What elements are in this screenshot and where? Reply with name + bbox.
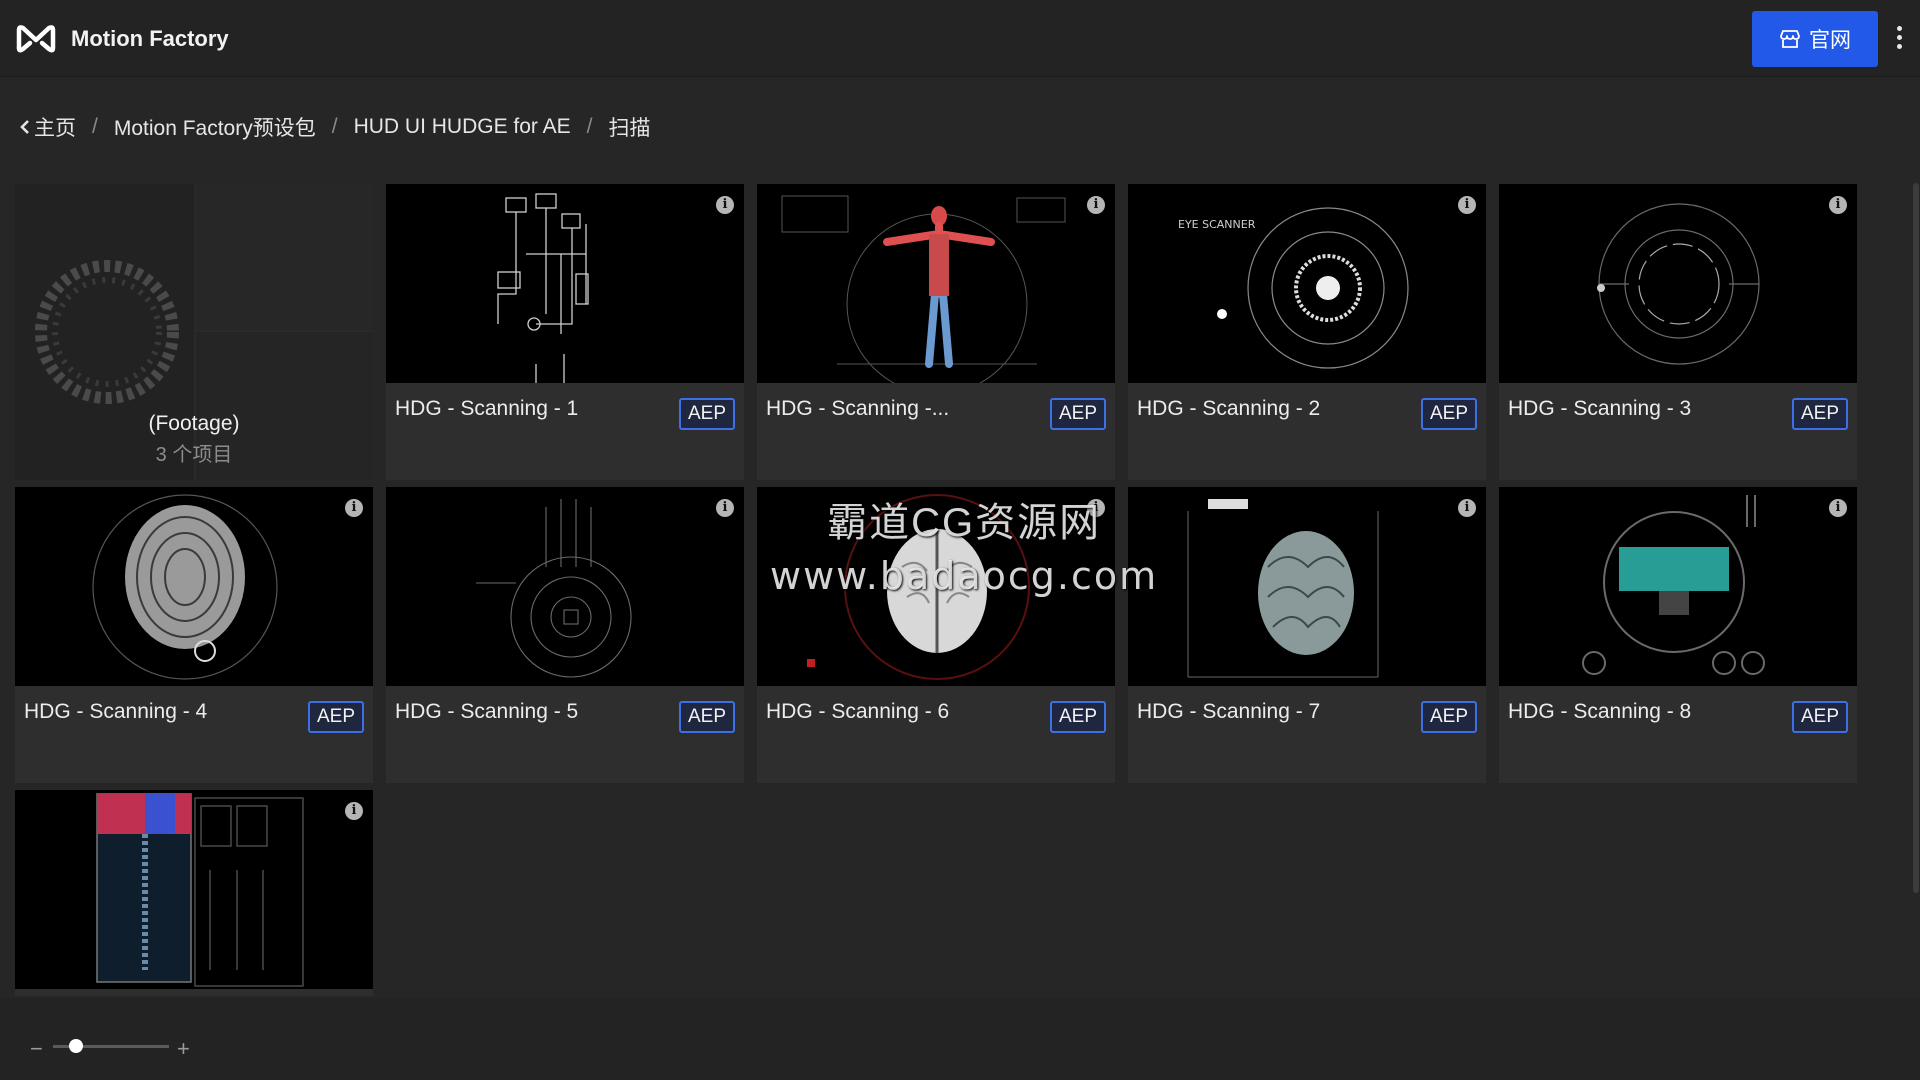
asset-name: HDG - Scanning - 3 <box>1508 397 1692 420</box>
thumbnail-image: EYE SCANNER i <box>1128 184 1486 383</box>
folder-card-footage[interactable]: (Footage) 3 个项目 <box>15 184 373 480</box>
vertical-scrollbar[interactable] <box>1913 183 1919 893</box>
aep-badge: AEP <box>1420 701 1477 733</box>
asset-card[interactable]: i <box>15 790 373 996</box>
official-site-label: 官网 <box>1809 29 1851 52</box>
breadcrumb-current: 扫描 <box>608 117 651 140</box>
app-header: Motion Factory 官网 <box>0 0 1920 77</box>
aep-badge: AEP <box>1049 701 1106 733</box>
info-icon[interactable]: i <box>1829 499 1847 517</box>
asset-card[interactable]: i HDG - Scanning -... AEP <box>757 184 1115 480</box>
info-icon[interactable]: i <box>1087 196 1105 214</box>
asset-card[interactable]: i HDG - Scanning - 1 AEP <box>386 184 744 480</box>
aep-badge: AEP <box>678 398 735 430</box>
thumbnail-image: i <box>1499 184 1857 383</box>
aep-badge: AEP <box>1791 701 1848 733</box>
zoom-out-icon[interactable]: − <box>30 1036 43 1062</box>
breadcrumb-home[interactable]: 主页 <box>34 112 76 142</box>
thumbnail-image: i <box>386 184 744 383</box>
watermark-line1: 霸道CG资源网 <box>827 501 1102 545</box>
info-icon[interactable]: i <box>345 499 363 517</box>
watermark-line2: www.badaocg.com <box>770 554 1159 598</box>
asset-name: HDG - Scanning - 4 <box>24 700 208 723</box>
asset-card[interactable]: i HDG - Scanning - 8 AEP <box>1499 487 1857 783</box>
thumbnail-image: i <box>1499 487 1857 686</box>
aep-badge: AEP <box>1420 398 1477 430</box>
thumbnail-image: i <box>386 487 744 686</box>
aep-badge: AEP <box>307 701 364 733</box>
info-icon[interactable]: i <box>1458 196 1476 214</box>
breadcrumb: 主页 / Motion Factory预设包 / HUD UI HUDGE fo… <box>20 112 650 142</box>
watermark: 霸道CG资源网 www.badaocg.com <box>770 490 1158 598</box>
asset-name: HDG - Scanning - 8 <box>1508 700 1692 723</box>
info-icon[interactable]: i <box>1458 499 1476 517</box>
info-icon[interactable]: i <box>1829 196 1847 214</box>
asset-name: HDG - Scanning - 7 <box>1137 700 1321 723</box>
app-title: Motion Factory <box>71 26 229 51</box>
thumbnail-image: i <box>757 184 1115 383</box>
asset-card[interactable]: i HDG - Scanning - 4 AEP <box>15 487 373 783</box>
info-icon[interactable]: i <box>716 196 734 214</box>
aep-badge: AEP <box>1791 398 1848 430</box>
chevron-left-icon[interactable] <box>20 119 30 135</box>
official-site-button[interactable]: 官网 <box>1752 11 1878 67</box>
asset-name: HDG - Scanning - 2 <box>1137 397 1321 420</box>
svg-text:EYE SCANNER: EYE SCANNER <box>1178 218 1256 231</box>
store-icon <box>1780 30 1800 48</box>
breadcrumb-preset-pack[interactable]: Motion Factory预设包 <box>114 112 316 142</box>
breadcrumb-hud-pack[interactable]: HUD UI HUDGE for AE <box>354 115 571 139</box>
thumbnail-image: i <box>1128 487 1486 686</box>
asset-card[interactable]: i HDG - Scanning - 3 AEP <box>1499 184 1857 480</box>
info-icon[interactable]: i <box>716 499 734 517</box>
more-menu-icon[interactable] <box>1888 22 1910 56</box>
asset-card[interactable]: EYE SCANNER i HDG - Scanning - 2 AEP <box>1128 184 1486 480</box>
asset-name: HDG - Scanning - 5 <box>395 700 579 723</box>
aep-badge: AEP <box>1049 398 1106 430</box>
thumbnail-image: i <box>15 790 373 989</box>
asset-name: HDG - Scanning -... <box>766 397 950 420</box>
aep-badge: AEP <box>678 701 735 733</box>
motion-factory-logo-icon[interactable] <box>16 22 56 54</box>
asset-name: HDG - Scanning - 6 <box>766 700 950 723</box>
info-icon[interactable]: i <box>345 802 363 820</box>
folder-name: (Footage) <box>148 412 240 435</box>
thumbnail-image: i <box>15 487 373 686</box>
folder-item-count: 3 个项目 <box>155 444 233 466</box>
asset-card[interactable]: i HDG - Scanning - 5 AEP <box>386 487 744 783</box>
footer-bar <box>0 998 1920 1080</box>
asset-name: HDG - Scanning - 1 <box>395 397 579 420</box>
asset-card[interactable]: i HDG - Scanning - 7 AEP <box>1128 487 1486 783</box>
zoom-in-icon[interactable]: + <box>177 1036 190 1062</box>
